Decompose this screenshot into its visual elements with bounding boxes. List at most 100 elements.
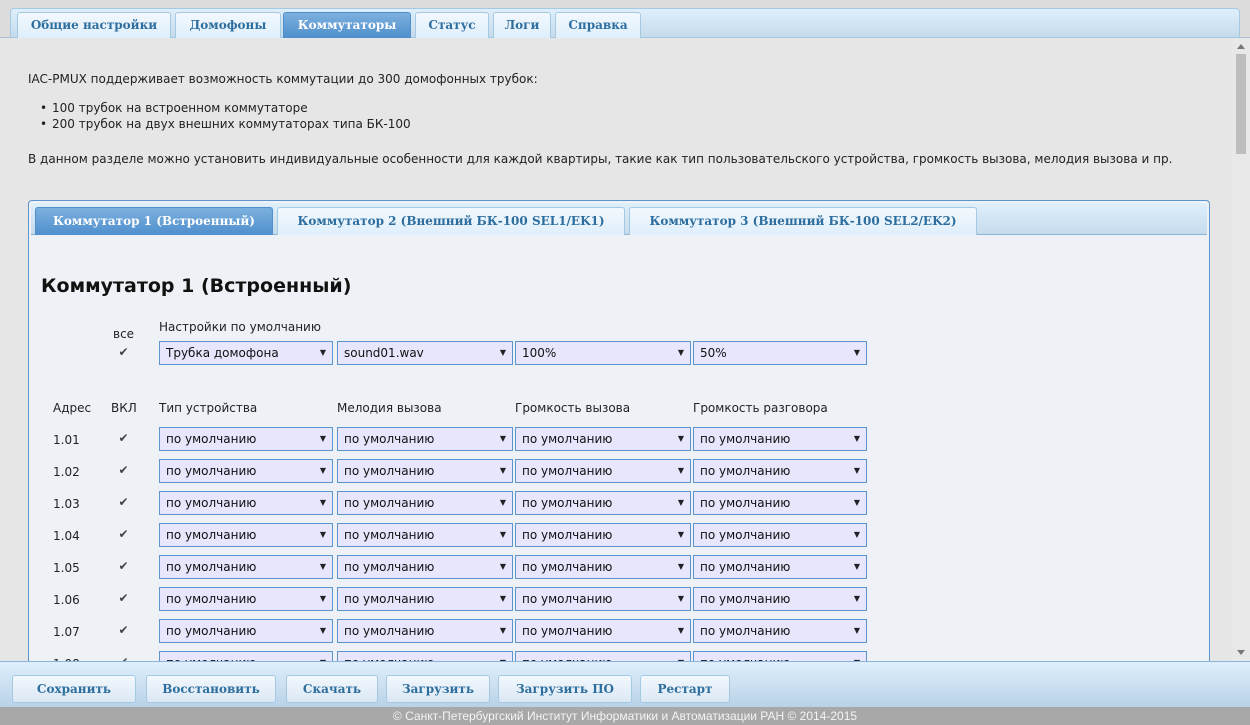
call-volume-select[interactable]: по умолчанию▼ <box>515 491 691 515</box>
restore-button[interactable]: Восстановить <box>146 675 276 703</box>
call-volume-select[interactable]: по умолчанию▼ <box>515 619 691 643</box>
select-value: по умолчанию <box>700 496 791 510</box>
melody-select[interactable]: по умолчанию▼ <box>337 619 513 643</box>
talk-volume-select[interactable]: по умолчанию▼ <box>693 619 867 643</box>
device-type-select[interactable]: по умолчанию ▼ <box>159 459 333 483</box>
select-value: по умолчанию <box>344 624 435 638</box>
default-talk-volume-select[interactable]: 50% ▼ <box>693 341 867 365</box>
upload-firmware-button[interactable]: Загрузить ПО <box>498 675 632 703</box>
chevron-down-icon: ▼ <box>677 498 684 507</box>
talk-volume-select[interactable]: по умолчанию▼ <box>693 427 867 451</box>
action-bar: Сохранить Восстановить Скачать Загрузить… <box>0 661 1250 707</box>
melody-select[interactable]: по умолчанию▼ <box>337 587 513 611</box>
device-type-select[interactable]: по умолчанию▼ <box>159 651 333 661</box>
talk-volume-select[interactable]: по умолчанию▼ <box>693 523 867 547</box>
tab-logs[interactable]: Логи <box>493 12 551 38</box>
chevron-down-icon: ▼ <box>499 498 506 507</box>
tab-switch-1[interactable]: Коммутатор 1 (Встроенный) <box>35 207 273 235</box>
enabled-checkbox[interactable]: ✔ <box>117 432 130 445</box>
call-volume-select[interactable]: по умолчанию▼ <box>515 587 691 611</box>
chevron-down-icon: ▼ <box>499 530 506 539</box>
restart-button[interactable]: Рестарт <box>640 675 730 703</box>
select-value: по умолчанию <box>166 464 257 478</box>
tab-intercoms[interactable]: Домофоны <box>175 12 281 38</box>
upload-button[interactable]: Загрузить <box>386 675 490 703</box>
save-button[interactable]: Сохранить <box>12 675 136 703</box>
default-device-select[interactable]: Трубка домофона ▼ <box>159 341 333 365</box>
call-volume-select[interactable]: по умолчанию▼ <box>515 459 691 483</box>
select-value: по умолчанию <box>344 528 435 542</box>
chevron-down-icon: ▼ <box>319 466 326 475</box>
talk-volume-select[interactable]: по умолчанию▼ <box>693 459 867 483</box>
talk-volume-select[interactable]: по умолчанию▼ <box>693 587 867 611</box>
enabled-checkbox[interactable]: ✔ <box>117 560 130 573</box>
switch-tabs-widget: Коммутатор 1 (Встроенный) Коммутатор 2 (… <box>28 200 1210 661</box>
melody-select[interactable]: по умолчанию▼ <box>337 555 513 579</box>
melody-select[interactable]: по умолчанию ▼ <box>337 523 513 547</box>
enabled-checkbox[interactable]: ✔ <box>117 624 130 637</box>
chevron-down-icon: ▼ <box>678 652 684 661</box>
device-type-select[interactable]: по умолчанию▼ <box>159 491 333 515</box>
device-type-select[interactable]: по умолчанию▼ <box>159 587 333 611</box>
chevron-down-icon: ▼ <box>499 466 506 475</box>
chevron-down-icon: ▼ <box>319 562 326 571</box>
talk-volume-select[interactable]: по умолчанию▼ <box>693 651 867 661</box>
chevron-down-icon: ▼ <box>320 652 326 661</box>
row-address: 1.01 <box>53 433 80 447</box>
call-volume-select[interactable]: по умолчанию▼ <box>515 523 691 547</box>
select-value: по умолчанию <box>344 560 435 574</box>
melody-select[interactable]: по умолчанию▼ <box>337 651 513 661</box>
tab-status[interactable]: Статус <box>415 12 489 38</box>
enabled-checkbox[interactable]: ✔ <box>117 592 130 605</box>
select-value: по умолчанию <box>522 592 613 606</box>
row-address: 1.03 <box>53 497 80 511</box>
content-panel: IAC-PMUX поддерживает возможность коммут… <box>0 38 1232 661</box>
default-call-volume-select[interactable]: 100% ▼ <box>515 341 691 365</box>
select-value: по умолчанию <box>522 560 613 574</box>
chevron-down-icon: ▼ <box>853 466 860 475</box>
talk-volume-select[interactable]: по умолчанию▼ <box>693 491 867 515</box>
melody-select[interactable]: по умолчанию▼ <box>337 459 513 483</box>
enabled-checkbox[interactable]: ✔ <box>117 528 130 541</box>
enabled-checkbox[interactable]: ✔ <box>117 464 130 477</box>
tab-switch-3[interactable]: Коммутатор 3 (Внешний БК-100 SEL2/EK2) <box>629 207 977 235</box>
scroll-thumb[interactable] <box>1236 54 1246 154</box>
device-type-select[interactable]: по умолчанию▼ <box>159 619 333 643</box>
select-value: по умолчанию <box>166 528 257 542</box>
vertical-scrollbar[interactable] <box>1232 38 1250 661</box>
chevron-down-icon: ▼ <box>500 652 506 661</box>
call-volume-select[interactable]: по умолчанию▼ <box>515 427 691 451</box>
device-type-select[interactable]: по умолчанию▼ <box>159 427 333 451</box>
scroll-up-icon[interactable] <box>1237 44 1245 49</box>
device-type-select[interactable]: по умолчанию▼ <box>159 523 333 547</box>
tab-switches[interactable]: Коммутаторы <box>283 12 411 38</box>
select-value: по умолчанию <box>344 432 435 446</box>
melody-select[interactable]: по умолчанию ▼ <box>337 491 513 515</box>
chevron-down-icon: ▼ <box>499 594 506 603</box>
select-value: по умолчанию <box>522 624 613 638</box>
scroll-down-icon[interactable] <box>1237 650 1245 655</box>
enabled-checkbox[interactable]: ✔ <box>117 496 130 509</box>
talk-volume-select[interactable]: по умолчанию▼ <box>693 555 867 579</box>
select-value: по умолчанию <box>700 560 791 574</box>
col-device-type: Тип устройства <box>159 401 258 415</box>
chevron-down-icon: ▼ <box>319 434 326 443</box>
download-button[interactable]: Скачать <box>286 675 378 703</box>
top-tab-bar: Общие настройки Домофоны Коммутаторы Ста… <box>0 0 1250 38</box>
tab-help[interactable]: Справка <box>555 12 641 38</box>
select-value: по умолчанию <box>166 560 257 574</box>
select-value: по умолчанию <box>700 432 791 446</box>
tab-general-settings[interactable]: Общие настройки <box>17 12 171 38</box>
select-value: по умолчанию <box>700 624 791 638</box>
defaults-label: Настройки по умолчанию <box>159 320 321 334</box>
tab-switch-2[interactable]: Коммутатор 2 (Внешний БК-100 SEL1/EK1) <box>277 207 625 235</box>
default-melody-select[interactable]: sound01.wav ▼ <box>337 341 513 365</box>
melody-select[interactable]: по умолчанию▼ <box>337 427 513 451</box>
call-volume-select[interactable]: по умолчанию▼ <box>515 555 691 579</box>
call-volume-select[interactable]: по умолчанию▼ <box>515 651 691 661</box>
col-enabled: ВКЛ <box>111 401 137 415</box>
select-value: по умолчанию <box>522 464 613 478</box>
all-checkbox[interactable]: ✔ <box>117 346 130 359</box>
select-value: по умолчанию <box>344 496 435 510</box>
device-type-select[interactable]: по умолчанию ▼ <box>159 555 333 579</box>
